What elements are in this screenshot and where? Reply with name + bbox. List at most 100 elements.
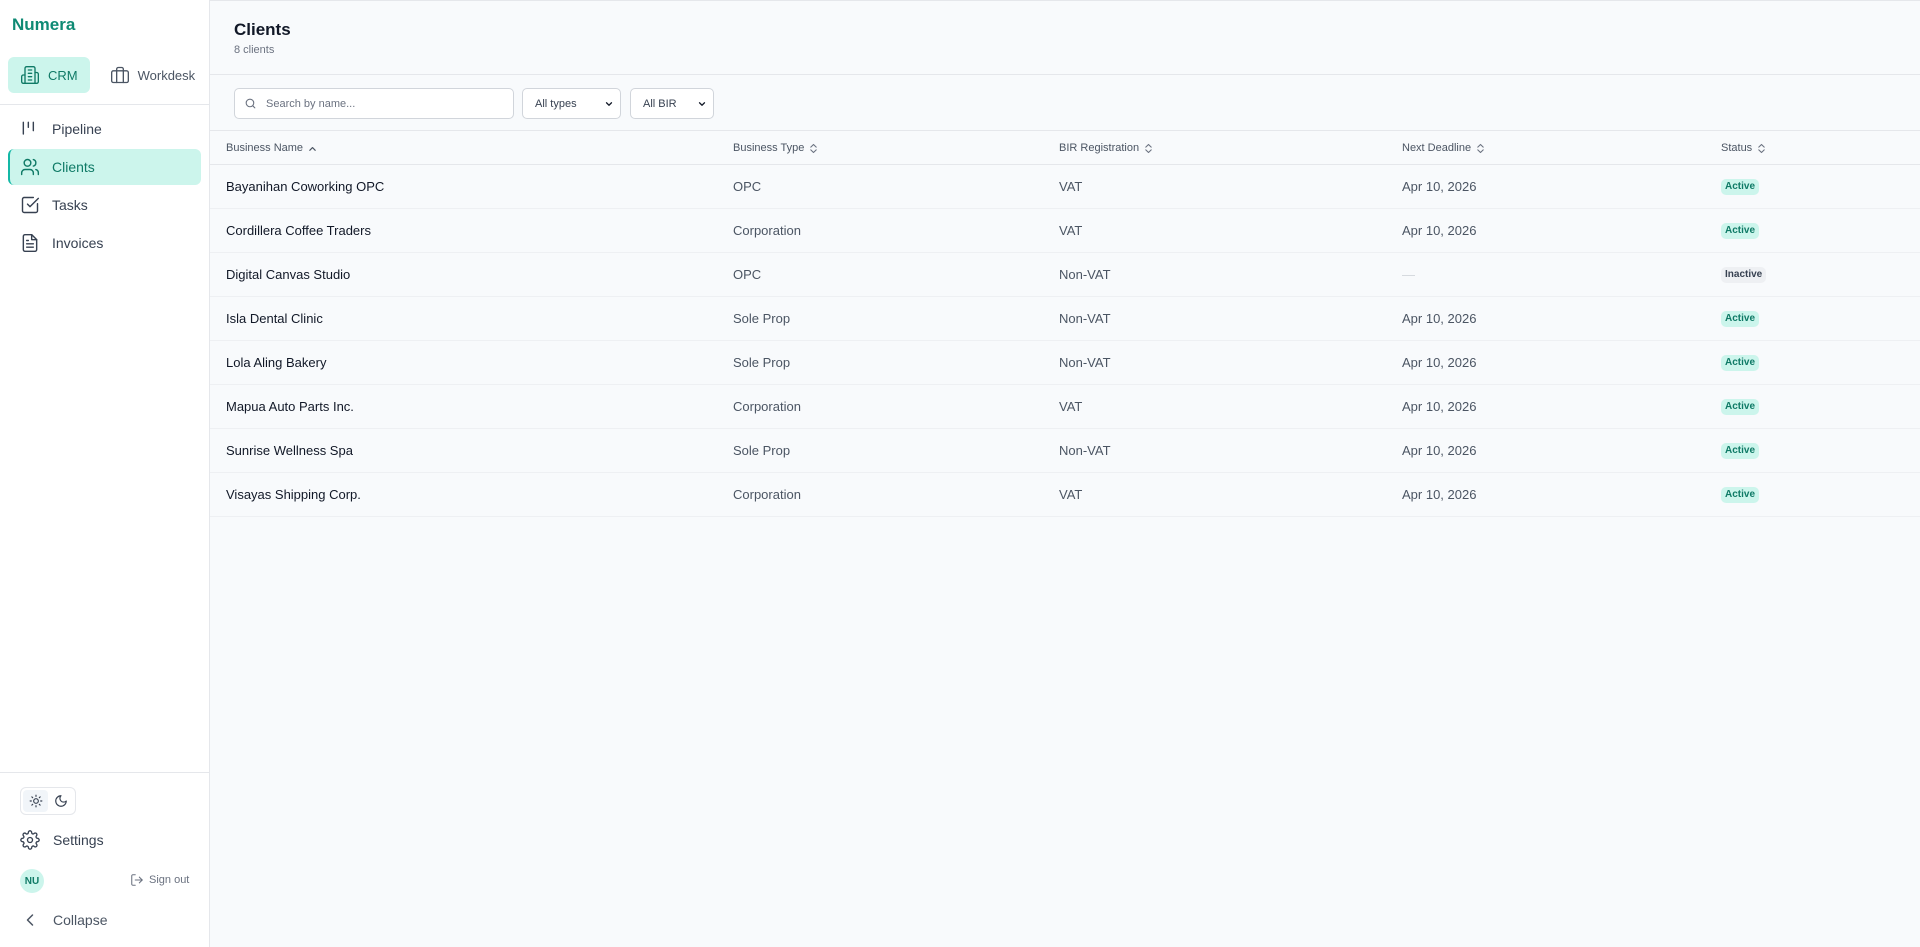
- status-badge: Active: [1721, 354, 1760, 371]
- table-row[interactable]: Cordillera Coffee Traders Corporation VA…: [210, 209, 1920, 253]
- cell-business-name: Lola Aling Bakery: [226, 355, 327, 370]
- sidebar-footer-divider: [0, 772, 209, 773]
- cell-next-deadline: Apr 10, 2026: [1402, 179, 1477, 194]
- cell-next-deadline: Apr 10, 2026: [1402, 311, 1477, 326]
- cell-business-type: Sole Prop: [733, 311, 791, 326]
- status-badge: Active: [1721, 442, 1760, 459]
- sort-icon: [1145, 143, 1152, 153]
- chevron-down-icon: [605, 101, 613, 106]
- column-header-bir-registration[interactable]: BIR Registration: [1059, 131, 1153, 165]
- sort-ascending-icon: [309, 146, 316, 151]
- sidebar-item-pipeline[interactable]: Pipeline: [8, 111, 201, 147]
- bir-filter-select[interactable]: All BIR: [630, 88, 714, 119]
- table-row[interactable]: Visayas Shipping Corp. Corporation VAT A…: [210, 473, 1920, 517]
- cell-bir-registration: Non-VAT: [1059, 311, 1111, 326]
- sign-out-button[interactable]: Sign out: [130, 873, 189, 887]
- avatar[interactable]: NU: [20, 869, 44, 893]
- cell-business-type: OPC: [733, 179, 762, 194]
- search-icon: [245, 98, 256, 109]
- column-header-business-name[interactable]: Business Name: [226, 131, 317, 165]
- column-header-label: Business Type: [733, 142, 805, 154]
- crm-mode-button[interactable]: CRM: [8, 57, 90, 93]
- sidebar-item-label: Invoices: [52, 235, 104, 251]
- gear-icon: [20, 830, 40, 850]
- settings-link[interactable]: Settings: [20, 830, 104, 850]
- sidebar-item-invoices[interactable]: Invoices: [8, 225, 201, 261]
- table-row[interactable]: Lola Aling Bakery Sole Prop Non-VAT Apr …: [210, 341, 1920, 385]
- page-title: Clients: [234, 20, 291, 39]
- briefcase-icon: [110, 66, 129, 84]
- cell-bir-registration: Non-VAT: [1059, 355, 1111, 370]
- cell-business-name: Bayanihan Coworking OPC: [226, 179, 385, 194]
- table-row[interactable]: Digital Canvas Studio OPC Non-VAT — Inac…: [210, 253, 1920, 297]
- clients-table: Business Name Business Type BIR Registra…: [210, 130, 1920, 517]
- sun-icon: [29, 794, 42, 808]
- bir-filter-value: All BIR: [643, 97, 677, 110]
- table-row[interactable]: Isla Dental Clinic Sole Prop Non-VAT Apr…: [210, 297, 1920, 341]
- dark-theme-button[interactable]: [48, 790, 73, 812]
- collapse-label: Collapse: [53, 912, 108, 928]
- log-out-icon: [131, 874, 143, 886]
- search-box: [234, 88, 514, 119]
- column-header-label: BIR Registration: [1059, 142, 1140, 154]
- sidebar-item-clients[interactable]: Clients: [8, 149, 201, 185]
- status-badge: Active: [1721, 310, 1760, 327]
- workdesk-mode-button[interactable]: Workdesk: [98, 57, 208, 93]
- cell-next-deadline: Apr 10, 2026: [1402, 355, 1477, 370]
- cell-bir-registration: VAT: [1059, 487, 1083, 502]
- cell-bir-registration: VAT: [1059, 399, 1083, 414]
- cell-bir-registration: VAT: [1059, 223, 1083, 238]
- search-input[interactable]: [266, 97, 506, 110]
- header-divider: [210, 74, 1920, 75]
- sidebar-item-label: Tasks: [52, 197, 88, 213]
- cell-business-name: Cordillera Coffee Traders: [226, 223, 371, 238]
- brand-logo[interactable]: Numera: [12, 15, 75, 35]
- cell-business-type: Corporation: [733, 223, 801, 238]
- theme-toggle: [20, 787, 76, 815]
- sort-icon: [1758, 143, 1765, 153]
- table-row[interactable]: Bayanihan Coworking OPC OPC VAT Apr 10, …: [210, 165, 1920, 209]
- column-header-label: Status: [1721, 142, 1753, 154]
- table-row[interactable]: Mapua Auto Parts Inc. Corporation VAT Ap…: [210, 385, 1920, 429]
- cell-business-name: Isla Dental Clinic: [226, 311, 323, 326]
- cell-business-type: Sole Prop: [733, 443, 791, 458]
- status-badge: Active: [1721, 178, 1760, 195]
- workdesk-mode-label: Workdesk: [137, 67, 196, 83]
- cell-next-deadline: —: [1402, 267, 1415, 282]
- sidebar: Numera CRM Workdesk Pipeline Clients Tas…: [0, 0, 210, 947]
- cell-bir-registration: VAT: [1059, 179, 1083, 194]
- light-theme-button[interactable]: [23, 790, 48, 812]
- column-header-business-type[interactable]: Business Type: [733, 131, 818, 165]
- table-row[interactable]: Sunrise Wellness Spa Sole Prop Non-VAT A…: [210, 429, 1920, 473]
- sign-out-label: Sign out: [149, 874, 190, 886]
- cell-next-deadline: Apr 10, 2026: [1402, 487, 1477, 502]
- cell-bir-registration: Non-VAT: [1059, 267, 1111, 282]
- column-header-label: Next Deadline: [1402, 142, 1472, 154]
- status-badge: Active: [1721, 398, 1760, 415]
- type-filter-select[interactable]: All types: [522, 88, 621, 119]
- column-header-status[interactable]: Status: [1721, 131, 1766, 165]
- collapse-sidebar-button[interactable]: Collapse: [20, 910, 107, 930]
- check-square-icon: [21, 196, 40, 214]
- sidebar-item-tasks[interactable]: Tasks: [8, 187, 201, 223]
- cell-business-name: Mapua Auto Parts Inc.: [226, 399, 354, 414]
- sort-icon: [1477, 143, 1484, 153]
- top-border: [210, 0, 1920, 1]
- column-header-next-deadline[interactable]: Next Deadline: [1402, 131, 1485, 165]
- cell-next-deadline: Apr 10, 2026: [1402, 223, 1477, 238]
- chevron-down-icon: [698, 101, 706, 106]
- building-icon: [21, 66, 39, 85]
- cell-next-deadline: Apr 10, 2026: [1402, 399, 1477, 414]
- users-icon: [20, 158, 40, 176]
- sidebar-item-label: Pipeline: [52, 121, 102, 137]
- status-badge: Active: [1721, 222, 1760, 239]
- mode-switch: CRM Workdesk: [8, 57, 207, 93]
- sort-icon: [810, 143, 818, 153]
- crm-mode-label: CRM: [48, 67, 78, 83]
- table-header: Business Name Business Type BIR Registra…: [210, 130, 1920, 165]
- client-count: 8 clients: [234, 44, 275, 56]
- status-badge: Inactive: [1721, 266, 1767, 283]
- cell-business-name: Sunrise Wellness Spa: [226, 443, 353, 458]
- cell-business-type: Corporation: [733, 487, 801, 502]
- cell-business-name: Digital Canvas Studio: [226, 267, 351, 282]
